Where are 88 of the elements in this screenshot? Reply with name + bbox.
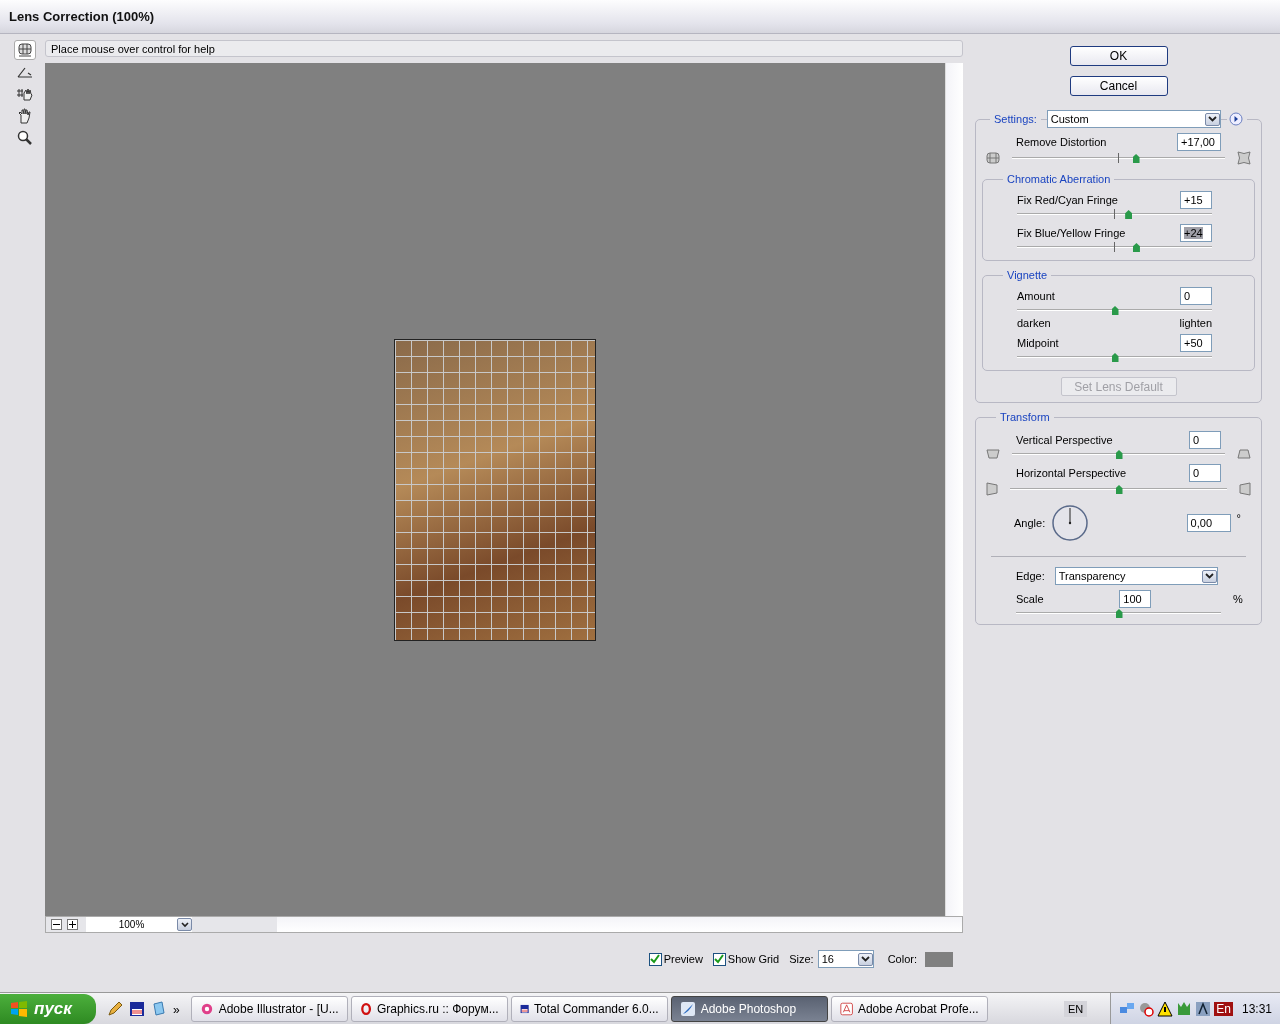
value-field[interactable]: +17,00 (1177, 133, 1221, 151)
unit-label: ° (1236, 512, 1241, 524)
clock: 13:31 (1241, 1001, 1272, 1016)
help-text: Place mouse over control for help (51, 42, 215, 55)
slider-label: Vertical Perspective (1016, 434, 1113, 446)
feather-icon (679, 1000, 696, 1017)
perspective-icon (986, 449, 1000, 459)
group-title: Chromatic Aberration (1003, 173, 1115, 186)
perspective-icon (1237, 449, 1251, 459)
checkbox[interactable] (712, 952, 726, 966)
taskbar-button[interactable]: Adobe Illustrator - [U... (190, 995, 348, 1022)
angle-icon (17, 66, 33, 78)
document-icon[interactable] (151, 1000, 167, 1017)
size-dropdown[interactable]: 16 (817, 950, 874, 968)
hand-icon (17, 108, 33, 124)
value-field[interactable]: 100 (1119, 590, 1152, 608)
windows-logo-icon (10, 1000, 28, 1017)
unit-label: % (1232, 593, 1244, 605)
tool-button[interactable] (14, 40, 36, 60)
vertical-scrollbar[interactable] (945, 63, 963, 916)
value-field[interactable]: 0,00 (1186, 514, 1231, 532)
edge-label: Edge: (1016, 570, 1045, 582)
slider-thumb[interactable] (1115, 450, 1123, 459)
slider-thumb[interactable] (1115, 609, 1123, 618)
slider-label: Remove Distortion (1016, 136, 1107, 148)
grid-hand-icon (16, 87, 34, 101)
value-field[interactable]: 0 (1180, 287, 1212, 305)
slider-end-label: lighten (1179, 317, 1212, 329)
blocked-icon[interactable] (1138, 1000, 1155, 1017)
value-field[interactable]: +50 (1180, 334, 1212, 352)
group-title: Vignette (1003, 269, 1052, 282)
browser-icon (359, 1000, 372, 1017)
window-title: Lens Correction (100%) (9, 9, 155, 24)
slider-label: Amount (1017, 290, 1055, 302)
value-field[interactable]: +24 (1180, 224, 1212, 242)
slider-label: Fix Red/Cyan Fringe (1017, 194, 1118, 206)
slider-thumb[interactable] (1111, 353, 1119, 362)
slider-thumb[interactable] (1111, 306, 1119, 315)
perspective-icon (986, 482, 998, 496)
edge-dropdown[interactable]: Transparency (1054, 567, 1218, 585)
slider-label: Scale (1016, 593, 1044, 605)
start-button[interactable]: пуск (0, 993, 96, 1024)
cancel-button[interactable]: Cancel (1069, 76, 1168, 96)
checkbox[interactable] (648, 952, 662, 966)
taskbar-button[interactable]: Total Commander 6.0... (510, 995, 668, 1022)
horizontal-scrollbar[interactable] (277, 917, 962, 932)
color-label: Color: (887, 953, 917, 965)
warning-icon[interactable] (1157, 1000, 1174, 1017)
grid-icon (18, 43, 32, 57)
taskbar-button[interactable]: Adobe Acrobat Profe... (830, 995, 988, 1022)
angle-dial[interactable] (1051, 504, 1090, 542)
ok-button[interactable]: OK (1069, 46, 1168, 66)
slider-end-label: darken (1017, 317, 1051, 329)
perspective-icon (1239, 482, 1251, 496)
settings-dropdown[interactable]: Custom (1046, 110, 1221, 128)
barrel-icon (986, 152, 1000, 164)
pincushion-icon (1237, 151, 1251, 165)
zoom-out-button[interactable] (51, 919, 62, 930)
pdf-icon (839, 1000, 853, 1017)
taskbar-button[interactable]: Adobe Photoshop (670, 995, 828, 1022)
value-field[interactable]: +15 (1180, 191, 1212, 209)
slider-label: Fix Blue/Yellow Fringe (1017, 227, 1126, 239)
slider-label: Horizontal Perspective (1016, 467, 1127, 479)
app-icon[interactable] (1195, 1000, 1212, 1017)
zoom-in-button[interactable] (67, 919, 78, 930)
keyboard-layout-indicator[interactable]: En (1214, 1001, 1233, 1016)
show-grid-checkbox[interactable]: Show Grid (712, 952, 780, 966)
pencil-icon[interactable] (107, 1000, 123, 1017)
zoom-icon (17, 130, 33, 146)
slider-thumb[interactable] (1125, 210, 1133, 219)
color-swatch[interactable] (925, 951, 953, 967)
size-label: Size: (789, 953, 814, 965)
slider-thumb[interactable] (1132, 154, 1140, 163)
slider-thumb[interactable] (1132, 243, 1140, 252)
more-button[interactable]: » (173, 1002, 180, 1017)
zoom-dropdown[interactable]: 100% (86, 917, 192, 932)
angle-label: Angle: (1014, 517, 1046, 529)
value-field[interactable]: 0 (1189, 431, 1221, 449)
group-title: Transform (996, 411, 1054, 424)
slider-thumb[interactable] (1115, 485, 1123, 494)
taskbar-button[interactable]: Graphics.ru :: Форум... (350, 995, 508, 1022)
language-indicator[interactable]: EN (1064, 1000, 1088, 1017)
slider-label: Midpoint (1017, 337, 1059, 349)
settings-label: Settings: (990, 113, 1041, 125)
value-field[interactable]: 0 (1189, 464, 1221, 482)
preview-checkbox[interactable]: Preview (648, 952, 703, 966)
minus-icon (53, 921, 60, 928)
plus-icon (69, 921, 76, 928)
